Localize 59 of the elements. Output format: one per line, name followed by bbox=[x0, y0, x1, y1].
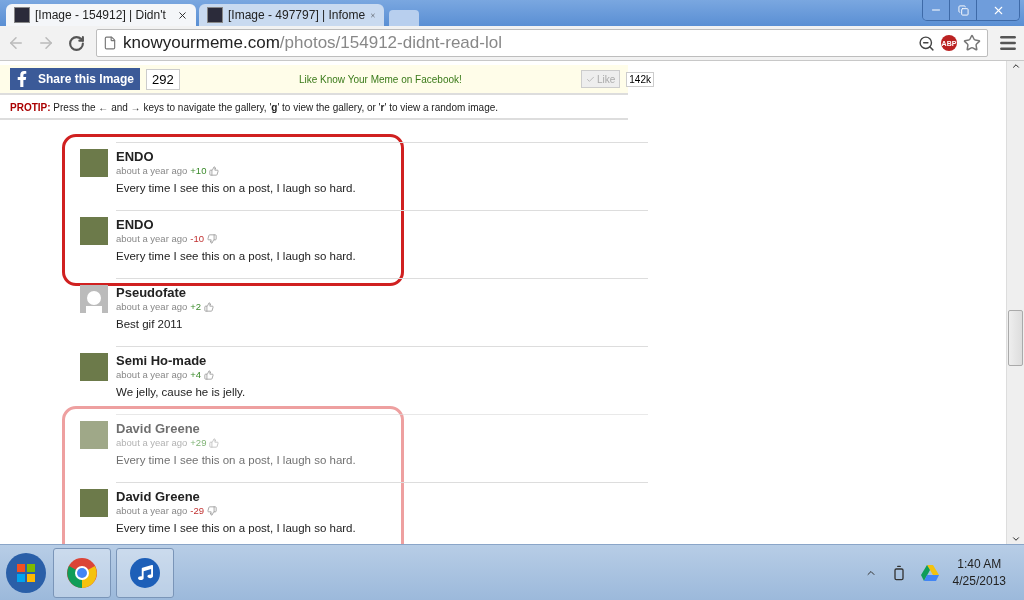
thumbs-up-icon[interactable] bbox=[209, 165, 220, 176]
music-player-taskbar-button[interactable] bbox=[116, 547, 174, 598]
comment-author[interactable]: David Greene bbox=[116, 421, 356, 436]
site-favicon-icon bbox=[14, 7, 30, 23]
comment-time: about a year ago bbox=[116, 505, 188, 516]
reload-button[interactable] bbox=[66, 33, 86, 53]
site-favicon-icon bbox=[207, 7, 223, 23]
comment-text: Best gif 2011 bbox=[116, 318, 184, 330]
bookmark-star-icon[interactable] bbox=[963, 34, 981, 52]
comment-time: about a year ago bbox=[116, 437, 188, 448]
comment-author[interactable]: ENDO bbox=[116, 217, 356, 232]
comment-text: Every time I see this on a post, I laugh so hard. bbox=[116, 250, 356, 262]
thumbs-down-icon[interactable] bbox=[207, 505, 218, 516]
check-icon bbox=[585, 74, 595, 84]
comment-text: Every time I see this on a post, I laugh so hard. bbox=[116, 182, 356, 194]
scrollbar-thumb[interactable] bbox=[1008, 309, 1023, 366]
browser-logo-icon bbox=[66, 556, 98, 589]
browser-tab[interactable]: [Image - 497797] | Infome bbox=[199, 4, 384, 26]
close-icon[interactable] bbox=[177, 9, 188, 21]
music-note-icon bbox=[129, 556, 161, 589]
menu-button[interactable] bbox=[998, 33, 1018, 53]
comment-author[interactable]: Semi Ho-made bbox=[116, 353, 246, 368]
browser-taskbar-button[interactable] bbox=[53, 547, 111, 598]
like-count: 142k bbox=[626, 71, 654, 87]
comment-score: +29 bbox=[190, 437, 207, 448]
zoom-out-icon[interactable] bbox=[918, 34, 935, 52]
comment-score: -10 bbox=[190, 233, 205, 244]
comment-author[interactable]: ENDO bbox=[116, 149, 356, 164]
drive-triangle-icon[interactable] bbox=[920, 564, 939, 581]
thumbs-up-icon[interactable] bbox=[204, 301, 215, 312]
page-icon bbox=[103, 36, 117, 50]
facebook-promo-text: Like Know Your Meme on Facebook! bbox=[297, 73, 463, 85]
share-count: 292 bbox=[146, 68, 180, 90]
comment-author[interactable]: David Greene bbox=[116, 489, 356, 504]
comment-text: Every time I see this on a post, I laugh so hard. bbox=[116, 454, 356, 466]
share-button[interactable]: Share this Image bbox=[10, 68, 141, 90]
system-clock[interactable]: 1:40 AM 4/25/2013 bbox=[952, 555, 1006, 590]
comment-time: about a year ago bbox=[116, 233, 188, 244]
comment-time: about a year ago bbox=[116, 369, 188, 380]
comment-time: about a year ago bbox=[116, 301, 188, 312]
restore-button[interactable] bbox=[949, 0, 976, 20]
comment-score: -29 bbox=[190, 505, 205, 516]
thumbs-down-icon[interactable] bbox=[207, 233, 218, 244]
comment-score: +10 bbox=[190, 165, 207, 176]
comment-time: about a year ago bbox=[116, 165, 188, 176]
start-orb-icon[interactable] bbox=[4, 550, 48, 595]
comment-author[interactable]: Pseudofate bbox=[116, 285, 215, 300]
protip-text: PROTIP: Press the ← and → keys to navigate the gallery, 'g' to view the gallery, or 'r' to view a random image. bbox=[0, 95, 628, 120]
thumbs-up-icon[interactable] bbox=[209, 437, 220, 448]
scrollbar[interactable] bbox=[1006, 61, 1024, 544]
comment-score: +4 bbox=[190, 369, 202, 380]
browser-tab[interactable]: [Image - 154912] | Didn't bbox=[6, 4, 196, 26]
thumbs-up-icon[interactable] bbox=[204, 369, 215, 380]
restore-icon bbox=[957, 4, 969, 16]
comment-score: +2 bbox=[190, 301, 202, 312]
comment-text: We jelly, cause he is jelly. bbox=[116, 386, 246, 398]
minimize-button[interactable] bbox=[923, 0, 949, 20]
comment-text: Every time I see this on a post, I laugh so hard. bbox=[116, 522, 356, 534]
close-window-button[interactable] bbox=[976, 0, 1019, 20]
